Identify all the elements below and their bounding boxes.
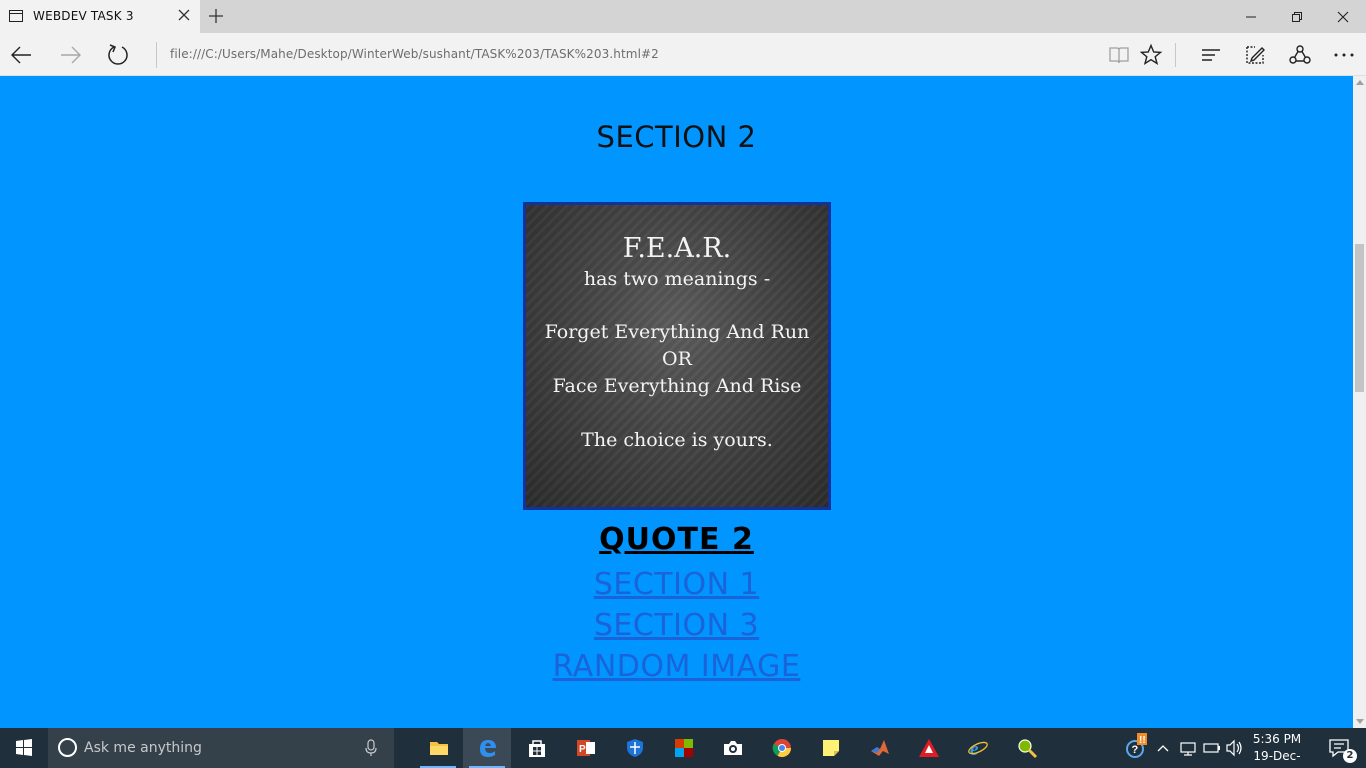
- sticky-note-icon: [823, 740, 839, 756]
- close-window-button[interactable]: [1320, 0, 1366, 33]
- quote-line-2: has two meanings -: [583, 268, 771, 290]
- tab-page-icon: [9, 10, 23, 22]
- magnifier-tool-icon: [1018, 739, 1038, 759]
- autocad-taskbar-button[interactable]: [904, 728, 952, 768]
- quote-label: QUOTE 2: [599, 522, 754, 557]
- scroll-down-arrow-icon[interactable]: [1356, 719, 1364, 724]
- quote-image: F.E.A.R. has two meanings - Forget Every…: [523, 202, 831, 510]
- taskbar: Ask me anything P e ? !! 5:36 PM 19-Dec-…: [0, 728, 1366, 768]
- hub-icon[interactable]: [1199, 43, 1223, 67]
- volume-icon[interactable]: [1224, 728, 1244, 768]
- svg-text:P: P: [579, 744, 586, 755]
- folder-icon: [430, 742, 448, 755]
- powerpoint-icon: P: [577, 740, 595, 756]
- address-separator: [156, 42, 157, 68]
- paint-tool-taskbar-button[interactable]: [1002, 728, 1050, 768]
- vertical-scrollbar[interactable]: [1353, 76, 1366, 728]
- link-random-image[interactable]: RANDOM IMAGE: [0, 646, 1353, 687]
- notification-count-badge: 2: [1343, 749, 1357, 763]
- address-bar[interactable]: file:///C:/Users/Mahe/Desktop/WinterWeb/…: [170, 47, 659, 61]
- sticky-notes-taskbar-button[interactable]: [806, 728, 854, 768]
- section-links: SECTION 1 SECTION 3 RANDOM IMAGE: [0, 564, 1353, 687]
- web-note-icon[interactable]: [1243, 43, 1267, 67]
- file-explorer-taskbar-button[interactable]: [414, 728, 462, 768]
- reading-view-icon[interactable]: [1107, 43, 1131, 67]
- chrome-icon: [772, 739, 791, 758]
- quote-line-5: Face Everything And Rise: [552, 375, 802, 397]
- cortana-icon: [58, 738, 77, 757]
- quote-line-6: The choice is yours.: [581, 429, 773, 451]
- chrome-taskbar-button[interactable]: [757, 728, 805, 768]
- matlab-taskbar-button[interactable]: [855, 728, 903, 768]
- office-taskbar-button[interactable]: [659, 728, 707, 768]
- minimize-icon: [1246, 16, 1256, 18]
- title-bar: WEBDEV TASK 3: [0, 0, 1366, 33]
- microphone-icon[interactable]: [364, 739, 378, 757]
- edge-icon: [480, 740, 496, 757]
- back-icon[interactable]: [9, 42, 35, 68]
- page-content: SECTION 2 F.E.A.R. has two meanings - Fo…: [0, 76, 1353, 728]
- quote-line-1: F.E.A.R.: [622, 233, 732, 264]
- store-bag-icon: [529, 740, 545, 757]
- shield-icon: [627, 739, 643, 757]
- camera-taskbar-button[interactable]: [708, 728, 756, 768]
- minimize-button[interactable]: [1228, 0, 1274, 33]
- autocad-icon: [919, 739, 939, 757]
- navigation-bar: file:///C:/Users/Mahe/Desktop/WinterWeb/…: [0, 33, 1366, 76]
- help-update-icon[interactable]: ? !!: [1122, 728, 1152, 768]
- refresh-icon[interactable]: [105, 42, 131, 68]
- store-taskbar-button[interactable]: [512, 728, 560, 768]
- link-section-3[interactable]: SECTION 3: [0, 605, 1353, 646]
- browser-tab[interactable]: WEBDEV TASK 3: [0, 0, 200, 33]
- svg-text:e: e: [970, 739, 979, 759]
- scroll-thumb[interactable]: [1355, 244, 1364, 392]
- system-clock[interactable]: 5:36 PM 19-Dec-16: [1246, 731, 1308, 768]
- clock-time: 5:36 PM: [1252, 732, 1302, 746]
- link-section-1[interactable]: SECTION 1: [0, 564, 1353, 605]
- internet-explorer-icon: e: [968, 739, 988, 759]
- windows-start-icon[interactable]: [0, 728, 48, 768]
- more-icon[interactable]: [1332, 43, 1356, 67]
- edge-taskbar-button[interactable]: [463, 728, 511, 768]
- restore-icon: [1292, 12, 1302, 22]
- battery-icon[interactable]: [1202, 728, 1222, 768]
- new-tab-icon[interactable]: [206, 6, 226, 26]
- scroll-up-arrow-icon[interactable]: [1356, 80, 1364, 85]
- search-placeholder: Ask me anything: [84, 740, 202, 756]
- forward-icon[interactable]: [57, 42, 83, 68]
- action-center-button[interactable]: 2: [1316, 728, 1366, 768]
- matlab-icon: [871, 740, 889, 756]
- search-box[interactable]: Ask me anything: [48, 728, 394, 768]
- security-taskbar-button[interactable]: [610, 728, 658, 768]
- network-icon[interactable]: [1178, 728, 1198, 768]
- section-title: SECTION 2: [596, 120, 757, 154]
- tab-title: WEBDEV TASK 3: [33, 9, 134, 23]
- quote-line-4: OR: [662, 348, 692, 370]
- tab-close-icon[interactable]: [176, 7, 192, 23]
- restore-button[interactable]: [1274, 0, 1320, 33]
- powerpoint-taskbar-button[interactable]: P: [561, 728, 609, 768]
- svg-text:?: ?: [1132, 744, 1139, 756]
- office-tiles-icon: [675, 739, 693, 757]
- close-icon: [1337, 11, 1349, 23]
- camera-icon: [724, 741, 742, 755]
- show-hidden-icons-chevron-icon[interactable]: [1155, 728, 1171, 768]
- toolbar-separator: [1175, 43, 1176, 67]
- share-icon[interactable]: [1288, 43, 1312, 67]
- clock-date: 19-Dec-16: [1253, 749, 1301, 768]
- svg-text:!!: !!: [1139, 735, 1146, 746]
- internet-explorer-taskbar-button[interactable]: e: [953, 728, 1001, 768]
- favorite-star-icon[interactable]: [1139, 43, 1163, 67]
- quote-line-3: Forget Everything And Run: [544, 321, 810, 343]
